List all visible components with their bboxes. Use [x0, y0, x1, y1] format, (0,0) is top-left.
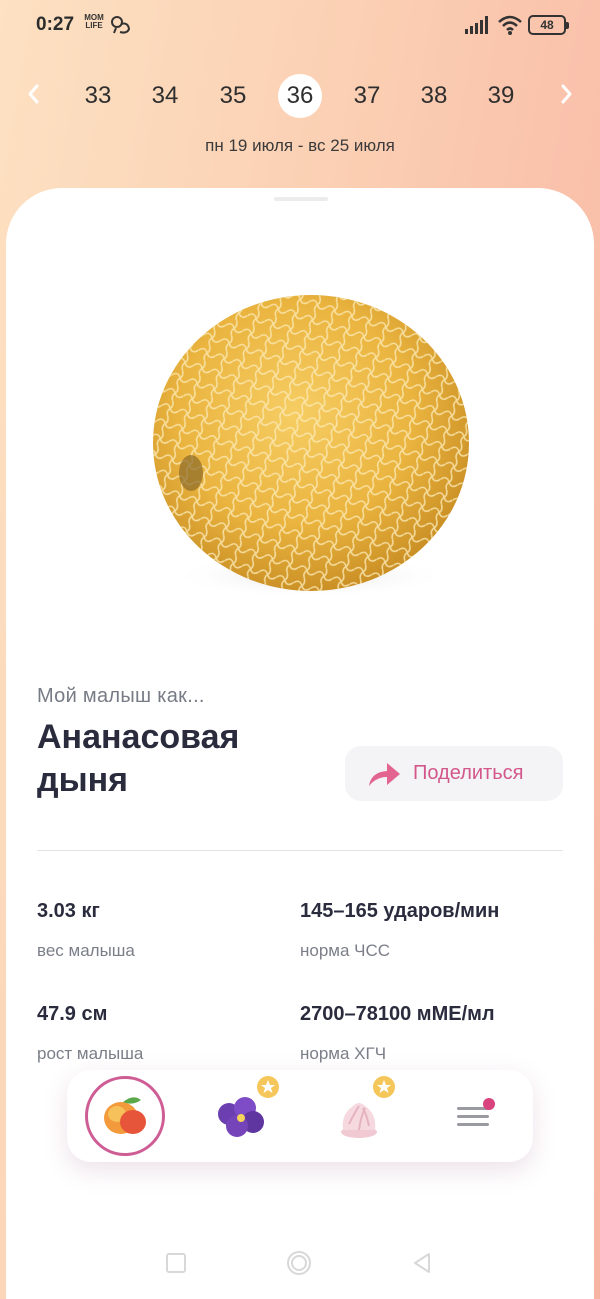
week-item[interactable]: 37 [345, 74, 389, 118]
baby-icon [111, 16, 131, 34]
back-icon[interactable] [409, 1250, 435, 1276]
stat-label: норма ЧСС [300, 941, 391, 960]
stat-value: 47.9 см [37, 1003, 108, 1025]
week-item-selected[interactable]: 36 [278, 74, 322, 118]
share-button[interactable]: Поделиться [345, 746, 563, 801]
nav-item-flower[interactable] [201, 1076, 281, 1156]
stat-baby-weight: 3.03 кг вес малыша [37, 900, 297, 961]
week-date-range: пн 19 июля - вс 25 июля [205, 136, 395, 155]
fruit-subtitle: Мой малыш как... [37, 685, 205, 707]
star-icon [373, 1076, 395, 1098]
violet-flower-icon [218, 1097, 264, 1137]
week-item[interactable]: 33 [76, 74, 120, 118]
bottom-navigation [67, 1070, 533, 1162]
drag-handle[interactable] [274, 197, 328, 201]
status-time: 0:27 [36, 14, 75, 35]
stat-label: норма ХГЧ [300, 1044, 387, 1063]
stat-value: 145–165 ударов/мин [300, 900, 500, 922]
peach-icon [104, 1097, 146, 1134]
star-icon [257, 1076, 279, 1098]
wifi-icon [498, 15, 522, 35]
stat-heart-rate: 145–165 ударов/мин норма ЧСС [300, 900, 560, 961]
week-item[interactable]: 34 [143, 74, 187, 118]
melon-image [153, 295, 469, 598]
nav-item-marshmallow[interactable] [319, 1076, 399, 1156]
stat-label: рост малыша [37, 1044, 144, 1063]
stat-label: вес малыша [37, 941, 135, 960]
week-item[interactable]: 39 [479, 74, 523, 118]
stat-value: 3.03 кг [37, 900, 100, 922]
share-label: Поделиться [413, 762, 524, 784]
stat-hcg: 2700–78100 мМЕ/мл норма ХГЧ [300, 1003, 560, 1064]
nav-item-fruit[interactable] [85, 1076, 165, 1156]
week-item[interactable]: 38 [412, 74, 456, 118]
stat-value: 2700–78100 мМЕ/мл [300, 1003, 495, 1025]
system-navigation [0, 1240, 600, 1288]
signal-icon [465, 16, 488, 34]
marshmallow-icon [341, 1103, 377, 1138]
chevron-left-icon[interactable] [20, 80, 48, 108]
week-selector: 33 34 35 36 37 38 39 [0, 72, 600, 120]
week-item[interactable]: 35 [211, 74, 255, 118]
divider [37, 850, 563, 851]
stat-baby-height: 47.9 см рост малыша [37, 1003, 297, 1064]
nav-item-menu[interactable] [435, 1076, 515, 1156]
battery-icon: 48 [528, 15, 569, 35]
status-bar: 0:27 MOM LIFE 48 [0, 0, 600, 52]
fruit-title: Ананасовая дыня [37, 718, 240, 799]
chevron-right-icon[interactable] [552, 80, 580, 108]
recent-apps-icon[interactable] [163, 1250, 189, 1276]
notification-dot [483, 1098, 495, 1110]
home-icon[interactable] [286, 1250, 312, 1276]
app-logo: MOM LIFE [84, 13, 104, 30]
share-arrow-icon [369, 763, 400, 786]
